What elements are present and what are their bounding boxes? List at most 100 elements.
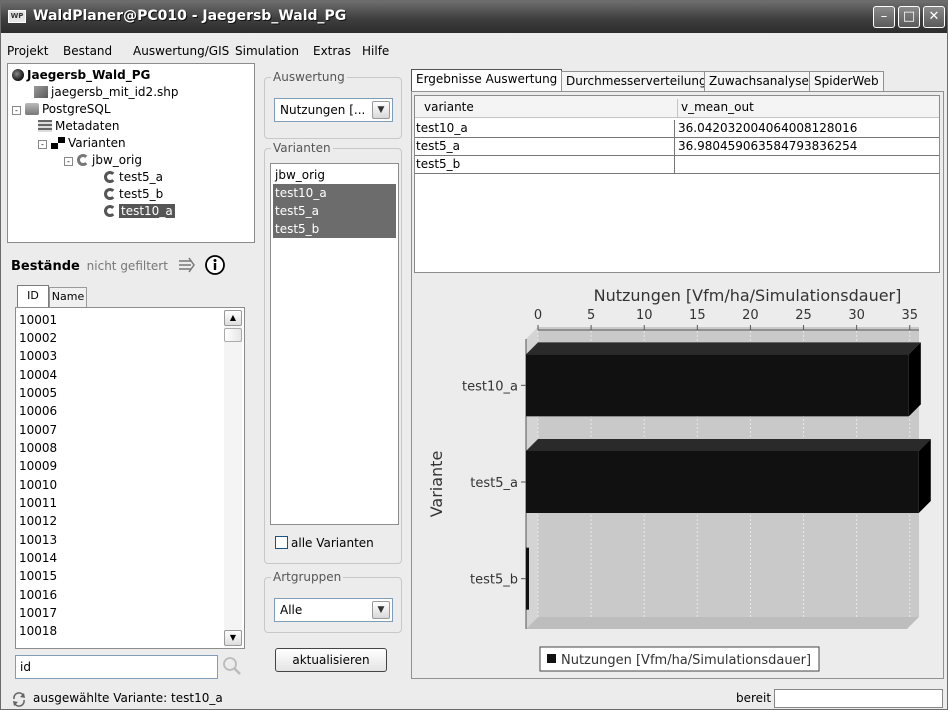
column-header-v-mean-out[interactable]: v_mean_out xyxy=(677,99,927,117)
list-item[interactable]: 10010 xyxy=(19,477,57,493)
list-item[interactable]: 10018 xyxy=(19,623,57,639)
tree-postgresql[interactable]: - PostgreSQL xyxy=(12,102,111,117)
app-icon: WP xyxy=(8,10,26,23)
bar xyxy=(526,451,919,513)
tree-shapefile[interactable]: jaegersb_mit_id2.shp xyxy=(34,85,178,100)
table-cell: test5_a xyxy=(413,138,675,156)
bestand-id-list[interactable]: 10001 10002 10003 10004 10005 10006 1000… xyxy=(15,307,245,649)
table-icon xyxy=(38,120,52,132)
window-title: WaldPlaner@PC010 - Jaegersb_Wald_PG xyxy=(33,8,347,24)
checkbox-box[interactable] xyxy=(275,536,288,549)
menu-bar: Projekt Bestand Auswertung/GIS Simulatio… xyxy=(1,41,947,61)
y-tick-label: test10_a xyxy=(462,379,518,394)
list-item[interactable]: 10002 xyxy=(19,330,57,346)
bestaende-title: Bestände xyxy=(11,259,80,274)
menu-hilfe[interactable]: Hilfe xyxy=(362,44,389,58)
artgruppen-select[interactable]: Alle ▼ xyxy=(274,598,393,622)
title-bar[interactable]: WP WaldPlaner@PC010 - Jaegersb_Wald_PG –… xyxy=(1,1,947,33)
scroll-down-arrow[interactable]: ▼ xyxy=(224,630,242,646)
menu-bestand[interactable]: Bestand xyxy=(63,44,112,58)
chart-title: Nutzungen [Vfm/ha/Simulationsdauer] xyxy=(594,286,902,305)
tree-shapefile-label: jaegersb_mit_id2.shp xyxy=(51,85,179,99)
maximize-button[interactable]: □ xyxy=(898,6,920,28)
list-item[interactable]: 10005 xyxy=(19,385,57,401)
table-cell: 36.04203200406400812801​6 xyxy=(678,121,858,135)
id-search-input[interactable]: id xyxy=(15,655,218,679)
tab-zuwachsanalyse[interactable]: Zuwachsanalyse xyxy=(704,71,814,91)
nutzungen-bar-chart: Nutzungen [Vfm/ha/Simulationsdauer] 0 5 10 1… xyxy=(427,286,931,672)
list-item[interactable]: 10015 xyxy=(19,568,57,584)
tree-test10-a[interactable]: test10_a xyxy=(104,204,175,219)
auswertung-select[interactable]: Nutzungen [... ▼ xyxy=(274,98,393,122)
variant-list[interactable]: jbw_orig test10_a test5_a test5_b xyxy=(270,163,399,525)
collapse-icon[interactable]: - xyxy=(38,140,47,149)
bar-side-face xyxy=(908,342,921,417)
y-tick-label: test5_a xyxy=(470,476,518,491)
list-item[interactable]: 10001 xyxy=(19,312,57,328)
list-item[interactable]: 10009 xyxy=(19,458,57,474)
tree-test5-b[interactable]: test5_b xyxy=(104,187,163,202)
menu-auswertung-gis[interactable]: Auswertung/GIS xyxy=(133,44,229,58)
menu-extras[interactable]: Extras xyxy=(313,44,351,58)
list-item[interactable]: 10017 xyxy=(19,605,57,621)
tab-id[interactable]: ID xyxy=(17,285,49,307)
menu-simulation[interactable]: Simulation xyxy=(235,44,299,58)
x-tick-label: 30 xyxy=(848,308,865,323)
list-item[interactable]: 10016 xyxy=(19,587,57,603)
x-tick-label: 25 xyxy=(795,308,812,323)
tree-postgresql-label: PostgreSQL xyxy=(42,102,111,116)
collapse-icon[interactable]: - xyxy=(12,106,21,115)
tree-jbw-orig[interactable]: - jbw_orig xyxy=(64,153,142,168)
list-item[interactable]: 10008 xyxy=(19,440,57,456)
bar-top-face xyxy=(526,439,931,451)
tab-durchmesserverteilung[interactable]: Durchmesserverteilung xyxy=(561,71,712,91)
bar xyxy=(526,547,529,610)
variant-item-test5-a[interactable]: test5_a xyxy=(273,202,396,220)
scrollbar[interactable]: ▲ ▼ xyxy=(224,310,242,646)
refresh-button[interactable]: aktualisieren xyxy=(275,648,387,672)
list-item[interactable]: 10012 xyxy=(19,513,57,529)
x-tick-label: 15 xyxy=(689,308,706,323)
chevron-down-icon[interactable]: ▼ xyxy=(372,601,390,619)
menu-projekt[interactable]: Projekt xyxy=(7,44,48,58)
filter-icon[interactable] xyxy=(177,255,197,275)
chevron-down-icon[interactable]: ▼ xyxy=(372,101,390,119)
all-variants-checkbox[interactable]: alle Varianten xyxy=(275,536,374,550)
list-item[interactable]: 10003 xyxy=(19,348,57,364)
scroll-up-arrow[interactable]: ▲ xyxy=(224,310,242,326)
tab-name[interactable]: Name xyxy=(49,287,87,307)
all-variants-label: alle Varianten xyxy=(291,536,374,550)
tab-ergebnisse-auswertung[interactable]: Ergebnisse Auswertung xyxy=(411,69,563,91)
tab-spiderweb[interactable]: SpiderWeb xyxy=(809,71,884,91)
collapse-icon[interactable]: - xyxy=(64,157,73,166)
variant-item-test5-b[interactable]: test5_b xyxy=(273,220,396,238)
search-icon[interactable] xyxy=(221,655,243,677)
tree-test5-a-label: test5_a xyxy=(119,170,164,184)
list-item[interactable]: 10013 xyxy=(19,532,57,548)
bestaende-header: Bestände nicht gefiltert xyxy=(11,259,168,274)
variant-item-test10-a[interactable]: test10_a xyxy=(273,184,396,202)
project-icon xyxy=(12,69,24,81)
minimize-button[interactable]: – xyxy=(873,6,895,28)
tree-test5-a[interactable]: test5_a xyxy=(104,170,163,185)
list-item[interactable]: 10006 xyxy=(19,403,57,419)
shapefile-icon xyxy=(34,86,48,98)
list-item[interactable]: 10014 xyxy=(19,550,57,566)
list-item[interactable]: 10007 xyxy=(19,422,57,438)
tree-root[interactable]: Jaegersb_Wald_PG xyxy=(12,68,150,83)
close-button[interactable]: ✕ xyxy=(923,6,945,28)
status-message: ausgewählte Variante: test10_a xyxy=(33,691,223,705)
tree-varianten[interactable]: - Varianten xyxy=(38,136,126,151)
list-item[interactable]: 10011 xyxy=(19,495,57,511)
variant-icon xyxy=(104,188,116,200)
column-header-variante[interactable]: variante xyxy=(421,99,671,116)
info-icon[interactable] xyxy=(204,254,226,276)
variant-icon xyxy=(104,171,116,183)
variant-item-jbw-orig[interactable]: jbw_orig xyxy=(273,166,396,184)
legend-swatch xyxy=(547,654,556,663)
result-table[interactable]: variante v_mean_out test10_a 36.04203200… xyxy=(414,95,940,273)
plot-floor xyxy=(526,617,919,629)
scroll-thumb[interactable] xyxy=(224,328,242,342)
list-item[interactable]: 10004 xyxy=(19,367,57,383)
tree-metadaten[interactable]: Metadaten xyxy=(38,119,119,134)
